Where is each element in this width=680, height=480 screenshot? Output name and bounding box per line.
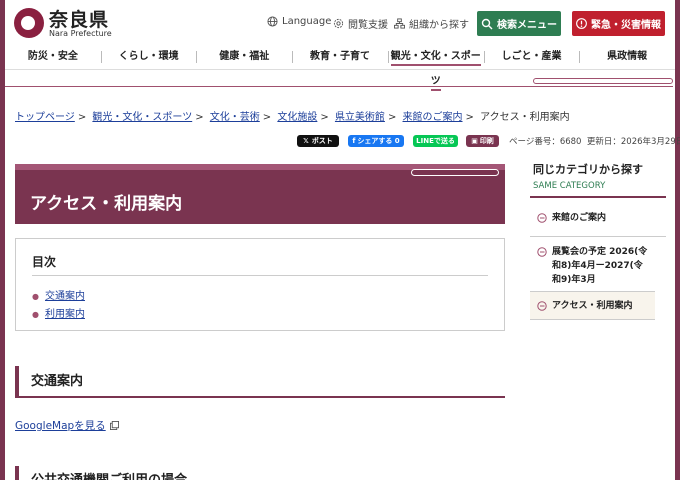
emergency-button[interactable]: 緊急・災害情報 bbox=[572, 11, 665, 36]
site-header: 奈良県 Nara Prefecture Language 閲覧支援 組織から探す… bbox=[5, 0, 675, 42]
x-icon: 𝕏 bbox=[303, 137, 309, 145]
x-post-label: ポスト bbox=[311, 137, 333, 145]
sidebar-top-rule bbox=[530, 196, 666, 198]
breadcrumb-sep: > bbox=[195, 112, 204, 123]
emergency-label: 緊急・災害情報 bbox=[591, 20, 661, 31]
nav-label: しごと・産業 bbox=[501, 51, 562, 62]
external-link-icon bbox=[109, 421, 119, 430]
breadcrumb-link[interactable]: 来館のご案内 bbox=[403, 112, 463, 123]
frame-left bbox=[0, 0, 5, 480]
nav-item-tourism[interactable]: 観光・文化・スポーツ bbox=[387, 44, 484, 91]
breadcrumb-link[interactable]: 文化・芸術 bbox=[210, 112, 260, 123]
global-nav: 防災・安全 くらし・環境 健康・福祉 教育・子育て 観光・文化・スポーツ しごと… bbox=[5, 44, 675, 91]
page-info: ページ番号：6680 更新日：2026年3月29日 bbox=[509, 135, 680, 147]
decorative-line bbox=[5, 86, 673, 87]
breadcrumb: トップページ > 観光・文化・スポーツ > 文化・芸術 > 文化施設 > 県立美術館 > … bbox=[15, 108, 570, 123]
section-heading-text: 交通案内 bbox=[31, 374, 84, 389]
nav-item-health[interactable]: 健康・福祉 bbox=[196, 44, 292, 69]
language-link[interactable]: Language bbox=[267, 16, 331, 27]
decorative-pill bbox=[411, 169, 499, 176]
print-label: 印刷 bbox=[479, 137, 494, 145]
toc-link: 利用案内 bbox=[44, 309, 85, 320]
nav-item-government[interactable]: 県政情報 bbox=[579, 44, 675, 69]
print-icon: ▣ bbox=[471, 137, 478, 145]
page-title-bar: アクセス・利用案内 bbox=[15, 164, 505, 224]
toc-link: 交通案内 bbox=[44, 291, 85, 302]
logo-mark-icon bbox=[14, 8, 44, 38]
section-heading: 交通案内 bbox=[15, 366, 505, 398]
table-of-contents: 目次 ● 交通案内 ● 利用案内 bbox=[15, 238, 505, 331]
bullet-icon: ● bbox=[32, 292, 39, 301]
search-icon bbox=[481, 18, 493, 29]
nav-item-disaster[interactable]: 防災・安全 bbox=[5, 44, 101, 69]
toc-heading: 目次 bbox=[32, 255, 57, 269]
arrow-circle-icon bbox=[537, 301, 547, 311]
globe-icon bbox=[267, 16, 278, 27]
sidebar-subheading: SAME CATEGORY bbox=[533, 181, 606, 191]
toc-item-usage[interactable]: ● 利用案内 bbox=[32, 305, 85, 320]
facebook-icon: f bbox=[352, 137, 356, 145]
sidebar-item-exhibitions[interactable]: 展覧会の予定 2026(令和8)年4月ー2027(令和9)年3月 bbox=[530, 237, 655, 292]
breadcrumb-sep: > bbox=[387, 112, 397, 123]
googlemap-label: GoogleMapを見る bbox=[15, 420, 106, 432]
page-number: ページ番号：6680 bbox=[509, 137, 582, 147]
logo-en: Nara Prefecture bbox=[49, 29, 112, 38]
subsection-heading-text: 公共交通機関ご利用の場合 bbox=[31, 469, 187, 480]
nav-label: 観光・文化・スポーツ bbox=[390, 51, 481, 91]
subsection-heading: 公共交通機関ご利用の場合 bbox=[15, 466, 505, 480]
breadcrumb-sep: > bbox=[465, 112, 474, 123]
sidebar-item-label: アクセス・利用案内 bbox=[552, 301, 633, 311]
line-label: LINEで送る bbox=[416, 137, 455, 145]
sidebar-item-label: 展覧会の予定 2026(令和8)年4月ー2027(令和9)年3月 bbox=[552, 247, 648, 285]
sidebar-item-visit-guide[interactable]: 来館のご案内 bbox=[530, 200, 666, 237]
accessibility-label: 閲覧支援 bbox=[348, 20, 388, 31]
frame-right bbox=[675, 0, 680, 480]
facebook-label: シェアする 0 bbox=[357, 137, 400, 145]
breadcrumb-link[interactable]: 文化施設 bbox=[277, 112, 317, 123]
gear-icon bbox=[333, 18, 344, 29]
page-title: アクセス・利用案内 bbox=[30, 194, 183, 214]
nav-label: 教育・子育て bbox=[310, 51, 371, 62]
nav-label: 県政情報 bbox=[607, 51, 648, 62]
org-chart-icon bbox=[394, 18, 405, 29]
toc-item-traffic[interactable]: ● 交通案内 bbox=[32, 287, 85, 302]
line-share-button[interactable]: LINEで送る bbox=[413, 135, 458, 147]
sidebar-item-access[interactable]: アクセス・利用案内 bbox=[530, 292, 655, 320]
nav-label: 健康・福祉 bbox=[219, 51, 270, 62]
nav-item-education[interactable]: 教育・子育て bbox=[292, 44, 388, 69]
alert-icon bbox=[576, 18, 587, 29]
breadcrumb-link[interactable]: トップページ bbox=[15, 112, 75, 123]
print-button[interactable]: ▣ 印刷 bbox=[466, 135, 499, 147]
breadcrumb-link[interactable]: 観光・文化・スポーツ bbox=[92, 112, 192, 123]
bullet-icon: ● bbox=[32, 310, 39, 319]
nav-item-work[interactable]: しごと・産業 bbox=[483, 44, 580, 69]
sidebar-item-label: 来館のご案内 bbox=[552, 213, 607, 223]
org-search-link[interactable]: 組織から探す bbox=[394, 16, 469, 31]
accessibility-link[interactable]: 閲覧支援 bbox=[333, 16, 388, 31]
search-menu-label: 検索メニュー bbox=[497, 20, 557, 31]
nav-item-living[interactable]: くらし・環境 bbox=[100, 44, 197, 69]
googlemap-link[interactable]: GoogleMapを見る bbox=[15, 418, 119, 433]
facebook-share-button[interactable]: f シェアする 0 bbox=[348, 135, 404, 147]
org-search-label: 組織から探す bbox=[409, 20, 469, 31]
site-logo[interactable]: 奈良県 Nara Prefecture bbox=[14, 6, 124, 38]
language-label: Language bbox=[282, 16, 332, 27]
search-menu-button[interactable]: 検索メニュー bbox=[477, 11, 561, 36]
logo-name: 奈良県 bbox=[49, 9, 110, 31]
decorative-line bbox=[533, 78, 673, 84]
breadcrumb-sep: > bbox=[77, 112, 87, 123]
breadcrumb-current: アクセス・利用案内 bbox=[480, 112, 570, 123]
breadcrumb-sep: > bbox=[320, 112, 329, 123]
nav-label: 防災・安全 bbox=[27, 51, 78, 62]
breadcrumb-sep: > bbox=[262, 112, 272, 123]
breadcrumb-link[interactable]: 県立美術館 bbox=[335, 112, 385, 123]
toc-divider bbox=[32, 275, 488, 276]
arrow-circle-icon bbox=[537, 213, 547, 223]
sidebar-heading: 同じカテゴリから探す bbox=[533, 163, 643, 176]
nav-label: くらし・環境 bbox=[118, 51, 179, 62]
x-post-button[interactable]: 𝕏 ポスト bbox=[297, 135, 339, 147]
arrow-circle-icon bbox=[537, 247, 547, 257]
updated-date: 更新日：2026年3月29日 bbox=[586, 137, 680, 147]
